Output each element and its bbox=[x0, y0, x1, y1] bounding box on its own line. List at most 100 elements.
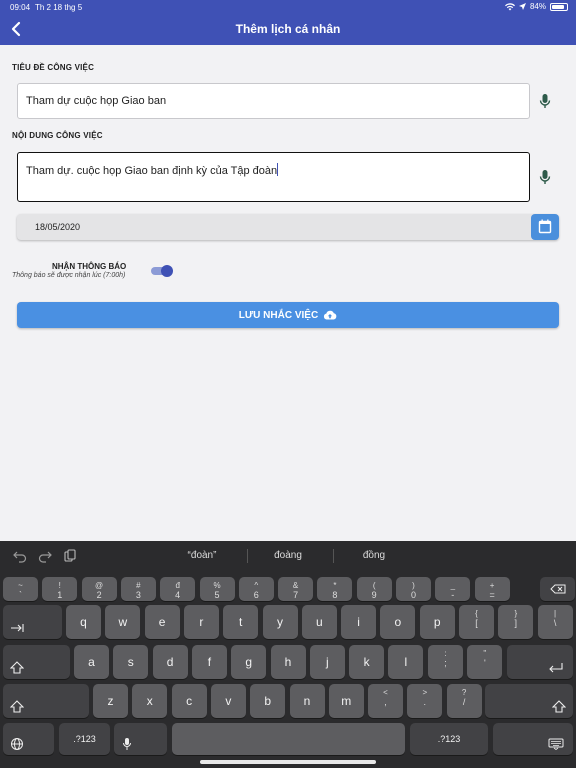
key-w[interactable]: w bbox=[105, 605, 141, 639]
numbers-key-right[interactable]: .?123 bbox=[410, 723, 488, 755]
space-key[interactable] bbox=[172, 723, 405, 755]
key-8[interactable]: * 8 bbox=[317, 577, 353, 601]
key-,[interactable]: <, bbox=[368, 684, 403, 718]
key-label: - bbox=[451, 590, 455, 600]
key-p[interactable]: p bbox=[419, 605, 455, 639]
key-label: 8 bbox=[332, 590, 338, 600]
return-key[interactable] bbox=[507, 645, 573, 679]
key-1[interactable]: ! 1 bbox=[42, 577, 78, 601]
undo-icon[interactable] bbox=[13, 549, 27, 563]
key-=[interactable]: + = bbox=[474, 577, 510, 601]
key-z[interactable]: z bbox=[93, 684, 128, 718]
key-;[interactable]: :; bbox=[428, 645, 463, 679]
redo-icon[interactable] bbox=[38, 549, 52, 563]
location-icon bbox=[518, 3, 526, 10]
key-f[interactable]: f bbox=[191, 645, 227, 679]
task-content-input[interactable]: Tham dự. cuộc họp Giao ban định kỳ của T… bbox=[17, 152, 530, 202]
save-reminder-button[interactable]: LƯU NHẮC VIỆC bbox=[17, 302, 559, 328]
task-content-text: Tham dự. cuộc họp Giao ban định kỳ của T… bbox=[26, 165, 278, 177]
suggestion-3[interactable]: đồng bbox=[334, 550, 414, 561]
key-0[interactable]: ) 0 bbox=[396, 577, 431, 601]
key-g[interactable]: g bbox=[231, 645, 267, 679]
shift-icon bbox=[10, 700, 24, 713]
key-a[interactable]: a bbox=[74, 645, 109, 679]
key-`[interactable]: ~ ` bbox=[3, 577, 38, 601]
key-x[interactable]: x bbox=[132, 684, 168, 718]
status-time: 09:04 bbox=[10, 3, 31, 12]
key-shift-label: { bbox=[475, 609, 478, 618]
key-t[interactable]: t bbox=[223, 605, 259, 639]
home-indicator bbox=[200, 760, 376, 764]
key-k[interactable]: k bbox=[349, 645, 385, 679]
key-i[interactable]: i bbox=[341, 605, 377, 639]
key-[[interactable]: {[ bbox=[459, 605, 494, 639]
key-l[interactable]: l bbox=[388, 645, 424, 679]
caps-lock-key[interactable] bbox=[3, 645, 70, 679]
caps-lock-icon bbox=[10, 661, 24, 674]
suggestion-2[interactable]: đoàng bbox=[248, 550, 328, 561]
key-s[interactable]: s bbox=[113, 645, 149, 679]
key-5[interactable]: % 5 bbox=[199, 577, 235, 601]
key-6[interactable]: ^ 6 bbox=[238, 577, 274, 601]
notify-toggle[interactable] bbox=[151, 265, 173, 277]
cloud-upload-icon bbox=[324, 310, 337, 320]
key-y[interactable]: y bbox=[262, 605, 298, 639]
microphone-icon[interactable] bbox=[538, 169, 552, 185]
key-label: ' bbox=[483, 658, 486, 668]
key-label: 1 bbox=[57, 590, 63, 600]
key-7[interactable]: & 7 bbox=[278, 577, 314, 601]
key-q[interactable]: q bbox=[66, 605, 101, 639]
suggestion-1[interactable]: “đoàn” bbox=[162, 550, 242, 561]
key-][interactable]: }] bbox=[498, 605, 534, 639]
task-content-label: NỘI DUNG CÔNG VIỆC bbox=[12, 131, 103, 140]
key-j[interactable]: j bbox=[309, 645, 345, 679]
numbers-key-left[interactable]: .?123 bbox=[59, 723, 110, 755]
key-2[interactable]: @2 bbox=[81, 577, 117, 601]
notify-subtitle: Thông báo sẽ được nhận lúc (7:00h) bbox=[12, 272, 126, 279]
calendar-button[interactable] bbox=[531, 214, 559, 240]
task-title-input[interactable]: Tham dự cuộc họp Giao ban bbox=[17, 83, 530, 119]
key-9[interactable]: (9 bbox=[356, 577, 392, 601]
onscreen-keyboard: “đoàn” đoàng đồng ~ `! 1 @2 #3 đ 4% 5 ^ 6 & 7 * 8(9) 0… bbox=[0, 541, 576, 768]
shift-left-key[interactable] bbox=[3, 684, 89, 718]
save-button-label: LƯU NHẮC VIỆC bbox=[238, 309, 319, 321]
key-label: / bbox=[462, 697, 466, 707]
key-h[interactable]: h bbox=[270, 645, 306, 679]
key-'[interactable]: " ' bbox=[467, 645, 503, 679]
tab-key[interactable] bbox=[3, 605, 62, 639]
paste-icon[interactable] bbox=[63, 549, 77, 563]
hide-keyboard-key[interactable] bbox=[493, 723, 573, 755]
key-/[interactable]: ? / bbox=[446, 684, 482, 718]
date-picker-field[interactable]: 18/05/2020 bbox=[17, 214, 559, 240]
globe-key[interactable] bbox=[3, 723, 54, 755]
key-u[interactable]: u bbox=[301, 605, 337, 639]
key-o[interactable]: o bbox=[380, 605, 416, 639]
key-label: . bbox=[423, 697, 427, 707]
key-n[interactable]: n bbox=[289, 684, 325, 718]
key-shift-label: ( bbox=[372, 581, 376, 590]
key-d[interactable]: d bbox=[152, 645, 188, 679]
key-label: 4 bbox=[175, 590, 181, 600]
key-e[interactable]: e bbox=[144, 605, 180, 639]
key--[interactable]: _ - bbox=[435, 577, 471, 601]
key-label: 7 bbox=[293, 590, 299, 600]
notify-label: NHẬN THÔNG BÁO bbox=[52, 262, 127, 271]
key-label: ; bbox=[444, 658, 447, 668]
backspace-key[interactable] bbox=[540, 577, 575, 601]
key-m[interactable]: m bbox=[328, 684, 364, 718]
key-b[interactable]: b bbox=[250, 684, 286, 718]
tab-icon bbox=[11, 624, 24, 632]
key-3[interactable]: #3 bbox=[120, 577, 156, 601]
key-\[interactable]: | \ bbox=[537, 605, 573, 639]
key-c[interactable]: c bbox=[171, 684, 207, 718]
key-v[interactable]: v bbox=[210, 684, 246, 718]
key-r[interactable]: r bbox=[183, 605, 219, 639]
battery-icon bbox=[550, 2, 568, 11]
microphone-icon[interactable] bbox=[538, 93, 552, 109]
shift-icon bbox=[552, 700, 566, 713]
key-shift-label: @ bbox=[95, 581, 104, 590]
key-.[interactable]: >. bbox=[407, 684, 443, 718]
shift-right-key[interactable] bbox=[485, 684, 573, 718]
dictation-key[interactable] bbox=[114, 723, 167, 755]
key-4[interactable]: đ4 bbox=[160, 577, 196, 601]
